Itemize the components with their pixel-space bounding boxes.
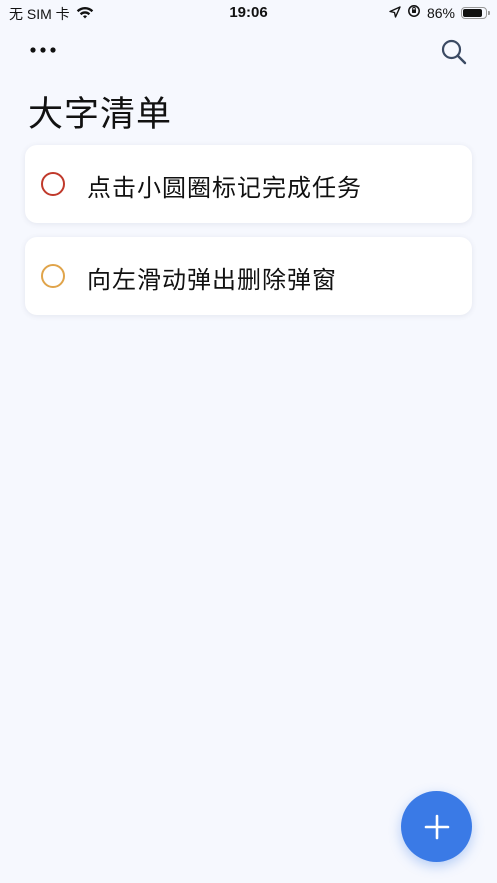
add-task-button[interactable] [401, 791, 472, 862]
plus-icon [424, 814, 449, 839]
battery-percent: 86% [426, 4, 455, 21]
status-bar: 无 SIM 卡 19:06 86% [0, 0, 497, 26]
task-card[interactable]: 向左滑动弹出删除弹窗 [25, 237, 472, 315]
complete-circle-button[interactable] [41, 264, 65, 288]
task-card[interactable]: 点击小圆圈标记完成任务 [25, 145, 472, 223]
orientation-lock-icon [407, 4, 421, 21]
search-icon [441, 39, 467, 65]
page-title: 大字清单 [28, 95, 173, 135]
complete-circle-button[interactable] [41, 172, 65, 196]
task-text: 点击小圆圈标记完成任务 [87, 174, 362, 202]
location-arrow-icon [389, 5, 401, 21]
battery-fill [463, 8, 482, 17]
task-text: 向左滑动弹出删除弹窗 [87, 266, 337, 294]
search-button[interactable] [438, 36, 470, 68]
status-right-group: 86% [389, 4, 490, 21]
more-button[interactable] [26, 38, 60, 62]
ellipsis-icon [30, 47, 56, 53]
battery-icon [461, 6, 490, 19]
